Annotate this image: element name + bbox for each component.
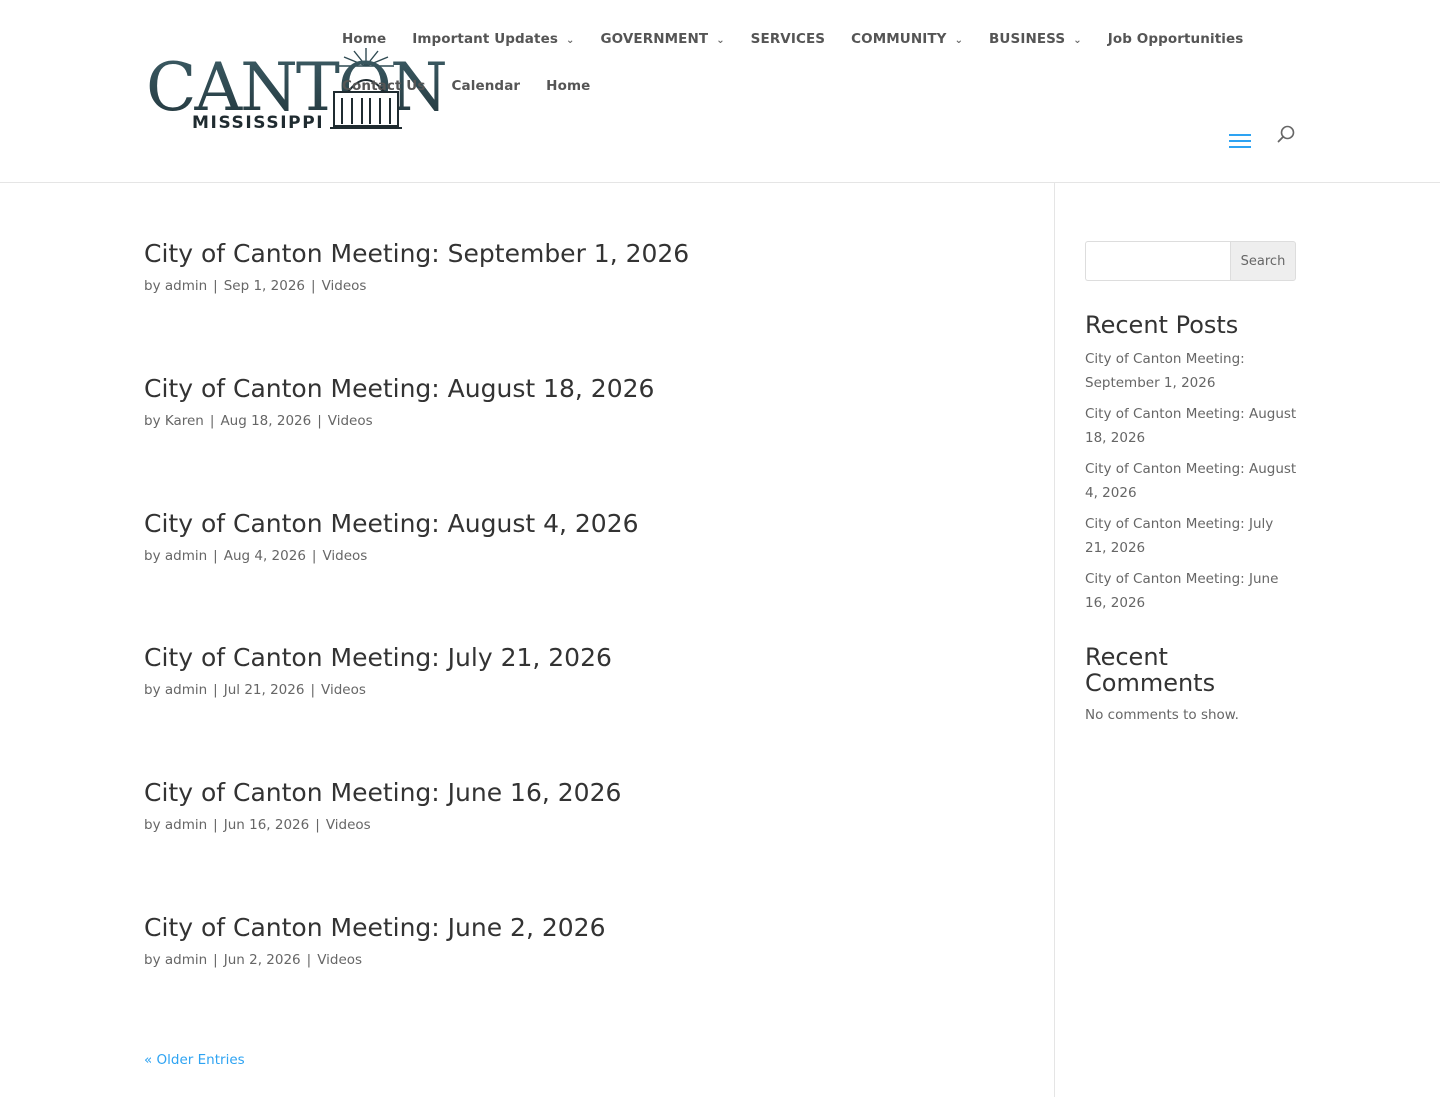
recent-post-link[interactable]: City of Canton Meeting: August 4, 2026 xyxy=(1085,457,1297,505)
nav-item-home[interactable]: Home xyxy=(546,78,590,94)
nav-row-secondary: Contact Us Calendar Home xyxy=(342,78,616,94)
post-category-link[interactable]: Videos xyxy=(322,548,367,564)
nav-item-label: Contact Us xyxy=(342,78,426,94)
older-entries-link[interactable]: « Older Entries xyxy=(144,1052,245,1068)
post-meta: by Karen | Aug 18, 2026 | Videos xyxy=(144,413,1024,429)
nav-item-services[interactable]: SERVICES xyxy=(751,31,825,47)
post-date: Jun 2, 2026 xyxy=(223,952,301,968)
nav-item-government[interactable]: GOVERNMENT ⌄ xyxy=(600,31,724,47)
post-author-link[interactable]: admin xyxy=(165,278,207,294)
meta-separator: | xyxy=(311,278,316,294)
search-icon[interactable] xyxy=(1275,124,1297,146)
recent-post-link[interactable]: City of Canton Meeting: August 18, 2026 xyxy=(1085,402,1297,450)
post-meta: by admin | Jun 2, 2026 | Videos xyxy=(144,952,1024,968)
post-title-link[interactable]: City of Canton Meeting: June 2, 2026 xyxy=(144,912,1024,944)
chevron-down-icon: ⌄ xyxy=(716,34,725,46)
recent-post-link[interactable]: City of Canton Meeting: July 21, 2026 xyxy=(1085,512,1297,560)
post-entry: City of Canton Meeting: June 2, 2026 by a… xyxy=(144,912,1024,968)
nav-item-job-opportunities[interactable]: Job Opportunities xyxy=(1108,31,1244,47)
hamburger-icon[interactable] xyxy=(1229,134,1251,150)
post-by-label: by xyxy=(144,817,161,833)
sidebar-search-button[interactable]: Search xyxy=(1230,241,1296,281)
post-date: Jun 16, 2026 xyxy=(223,817,310,833)
post-meta: by admin | Sep 1, 2026 | Videos xyxy=(144,278,1024,294)
recent-post-link[interactable]: City of Canton Meeting: September 1, 202… xyxy=(1085,347,1297,395)
nav-row-primary: Home Important Updates ⌄ GOVERNMENT ⌄ SERVICE… xyxy=(342,31,1269,47)
meta-separator: | xyxy=(306,952,312,968)
meta-separator: | xyxy=(213,817,218,833)
post-title-link[interactable]: City of Canton Meeting: August 18, 2026 xyxy=(144,373,1024,405)
recent-post-link[interactable]: City of Canton Meeting: June 16, 2026 xyxy=(1085,567,1297,615)
nav-item-label: BUSINESS xyxy=(989,31,1066,47)
post-by-label: by xyxy=(144,682,161,698)
post-title-link[interactable]: City of Canton Meeting: September 1, 202… xyxy=(144,238,1024,270)
post-meta: by admin | Jun 16, 2026 | Videos xyxy=(144,817,1024,833)
nav-item-label: GOVERNMENT xyxy=(600,31,709,47)
nav-item-label: Home xyxy=(546,78,591,94)
post-title-link[interactable]: City of Canton Meeting: June 16, 2026 xyxy=(144,777,1024,809)
logo-subtitle: MISSISSIPPI xyxy=(192,113,324,133)
post-category-link[interactable]: Videos xyxy=(328,413,373,429)
sidebar-search-form: Search xyxy=(1085,241,1296,281)
content-sidebar-divider xyxy=(1054,183,1055,1097)
nav-item-calendar[interactable]: Calendar xyxy=(452,78,521,94)
nav-item-label: COMMUNITY xyxy=(851,31,947,47)
chevron-down-icon: ⌄ xyxy=(954,34,964,46)
post-meta: by admin | Aug 4, 2026 | Videos xyxy=(144,548,1024,564)
post-entry: City of Canton Meeting: August 4, 2026 by… xyxy=(144,508,1024,564)
post-date: Aug 18, 2026 xyxy=(220,413,312,429)
post-title-link[interactable]: City of Canton Meeting: July 21, 2026 xyxy=(144,642,1024,674)
post-author-link[interactable]: admin xyxy=(165,548,207,564)
post-date: Aug 4, 2026 xyxy=(223,548,306,564)
post-category-link[interactable]: Videos xyxy=(317,952,362,968)
nav-item-business[interactable]: BUSINESS ⌄ xyxy=(989,31,1082,47)
nav-item-contact-us[interactable]: Contact Us xyxy=(342,78,426,94)
meta-separator: | xyxy=(310,682,315,698)
meta-separator: | xyxy=(317,413,322,429)
post-by-label: by xyxy=(144,952,161,968)
post-by-label: by xyxy=(144,548,161,564)
recent-posts-heading: Recent Posts xyxy=(1085,311,1239,339)
no-comments-text: No comments to show. xyxy=(1085,707,1239,723)
post-category-link[interactable]: Videos xyxy=(326,817,371,833)
site-header: CANTON MISSISSIPPI Home Important Updates… xyxy=(0,0,1440,183)
nav-item-home[interactable]: Home xyxy=(342,31,386,47)
post-category-link[interactable]: Videos xyxy=(321,682,366,698)
recent-comments-heading: Recent Comments xyxy=(1085,643,1216,697)
meta-separator: | xyxy=(213,952,218,968)
post-author-link[interactable]: Karen xyxy=(165,413,204,429)
nav-item-important-updates[interactable]: Important Updates ⌄ xyxy=(412,31,574,47)
post-meta: by admin | Jul 21, 2026 | Videos xyxy=(144,682,1024,698)
nav-item-label: SERVICES xyxy=(750,31,826,47)
post-author-link[interactable]: admin xyxy=(165,952,207,968)
post-entry: City of Canton Meeting: July 21, 2026 by … xyxy=(144,642,1024,698)
post-by-label: by xyxy=(144,278,161,294)
sidebar-search-input[interactable] xyxy=(1085,241,1230,281)
post-date: Sep 1, 2026 xyxy=(223,278,305,294)
recent-posts-list: City of Canton Meeting: September 1, 202… xyxy=(1085,347,1297,622)
post-author-link[interactable]: admin xyxy=(165,817,207,833)
post-entry: City of Canton Meeting: September 1, 202… xyxy=(144,238,1024,294)
meta-separator: | xyxy=(209,413,215,429)
post-entry: City of Canton Meeting: August 18, 2026 b… xyxy=(144,373,1024,429)
post-entry: City of Canton Meeting: June 16, 2026 by … xyxy=(144,777,1024,833)
nav-item-label: Calendar xyxy=(451,78,521,94)
post-date: Jul 21, 2026 xyxy=(223,682,305,698)
meta-separator: | xyxy=(213,682,218,698)
chevron-down-icon: ⌄ xyxy=(565,34,575,46)
nav-item-label: Job Opportunities xyxy=(1107,31,1244,47)
meta-separator: | xyxy=(213,278,218,294)
post-title-link[interactable]: City of Canton Meeting: August 4, 2026 xyxy=(144,508,1024,540)
post-category-link[interactable]: Videos xyxy=(322,278,367,294)
meta-separator: | xyxy=(315,817,320,833)
post-by-label: by xyxy=(144,413,161,429)
meta-separator: | xyxy=(213,548,218,564)
nav-item-community[interactable]: COMMUNITY ⌄ xyxy=(851,31,963,47)
nav-item-label: Important Updates xyxy=(412,31,558,47)
nav-item-label: Home xyxy=(342,31,387,47)
meta-separator: | xyxy=(311,548,317,564)
post-author-link[interactable]: admin xyxy=(165,682,207,698)
chevron-down-icon: ⌄ xyxy=(1073,34,1082,46)
